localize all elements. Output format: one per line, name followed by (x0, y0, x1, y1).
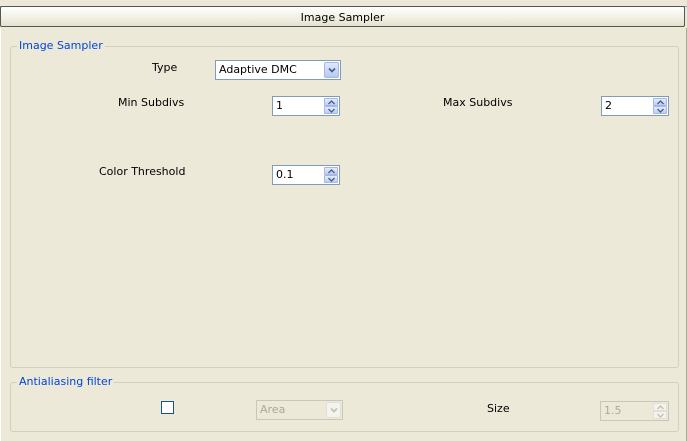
arrow-up-icon (328, 100, 335, 105)
vray-image-sampler-rollout: Image Sampler Image Sampler Type Adaptiv… (0, 0, 687, 441)
size-label: Size (487, 402, 510, 415)
sampler-type-dropdown[interactable]: Adaptive DMC (215, 60, 341, 80)
antialiasing-filter-group: Antialiasing filter Area Size 1.5 (10, 375, 679, 432)
color-threshold-spinner[interactable]: 0.1 (272, 165, 340, 185)
antialiasing-filter-dropdown[interactable]: Area (256, 400, 343, 420)
arrow-up-icon (657, 405, 664, 410)
antialiasing-filter-value: Area (260, 403, 286, 416)
max-subdivs-label: Max Subdivs (443, 96, 513, 109)
image-sampler-group-title: Image Sampler (17, 39, 105, 53)
max-subdivs-increment[interactable] (653, 98, 667, 106)
min-subdivs-value: 1 (276, 99, 283, 112)
filter-size-spinner[interactable]: 1.5 (600, 401, 669, 421)
color-threshold-decrement[interactable] (324, 175, 338, 183)
color-threshold-increment[interactable] (324, 167, 338, 175)
min-subdivs-spinner[interactable]: 1 (272, 96, 340, 116)
image-sampler-group: Image Sampler Type Adaptive DMC Min Subd… (10, 39, 679, 368)
antialiasing-enable-checkbox[interactable] (161, 401, 174, 414)
arrow-down-icon (328, 108, 335, 113)
type-label: Type (152, 61, 178, 74)
filter-size-value: 1.5 (604, 404, 622, 417)
min-subdivs-decrement[interactable] (324, 106, 338, 114)
chevron-down-icon (330, 407, 338, 413)
filter-size-increment[interactable] (653, 403, 667, 411)
sampler-type-value: Adaptive DMC (219, 63, 297, 76)
min-subdivs-label: Min Subdivs (118, 96, 185, 109)
arrow-up-icon (657, 100, 664, 105)
min-subdivs-increment[interactable] (324, 98, 338, 106)
max-subdivs-decrement[interactable] (653, 106, 667, 114)
chevron-down-icon (328, 67, 336, 73)
filter-size-decrement[interactable] (653, 411, 667, 419)
sampler-type-dropdown-button[interactable] (324, 62, 339, 78)
color-threshold-value: 0.1 (276, 168, 294, 181)
arrow-up-icon (328, 169, 335, 174)
antialiasing-filter-group-title: Antialiasing filter (17, 375, 115, 389)
rollout-header-button[interactable]: Image Sampler (0, 6, 685, 27)
arrow-down-icon (657, 413, 664, 418)
color-threshold-label: Color Threshold (99, 165, 186, 178)
rollout-title: Image Sampler (300, 11, 385, 24)
arrow-down-icon (328, 177, 335, 182)
max-subdivs-value: 2 (605, 99, 612, 112)
rollout-body: Image Sampler Type Adaptive DMC Min Subd… (0, 28, 687, 441)
arrow-down-icon (657, 108, 664, 113)
antialiasing-filter-dropdown-button[interactable] (326, 402, 341, 418)
max-subdivs-spinner[interactable]: 2 (601, 96, 669, 116)
